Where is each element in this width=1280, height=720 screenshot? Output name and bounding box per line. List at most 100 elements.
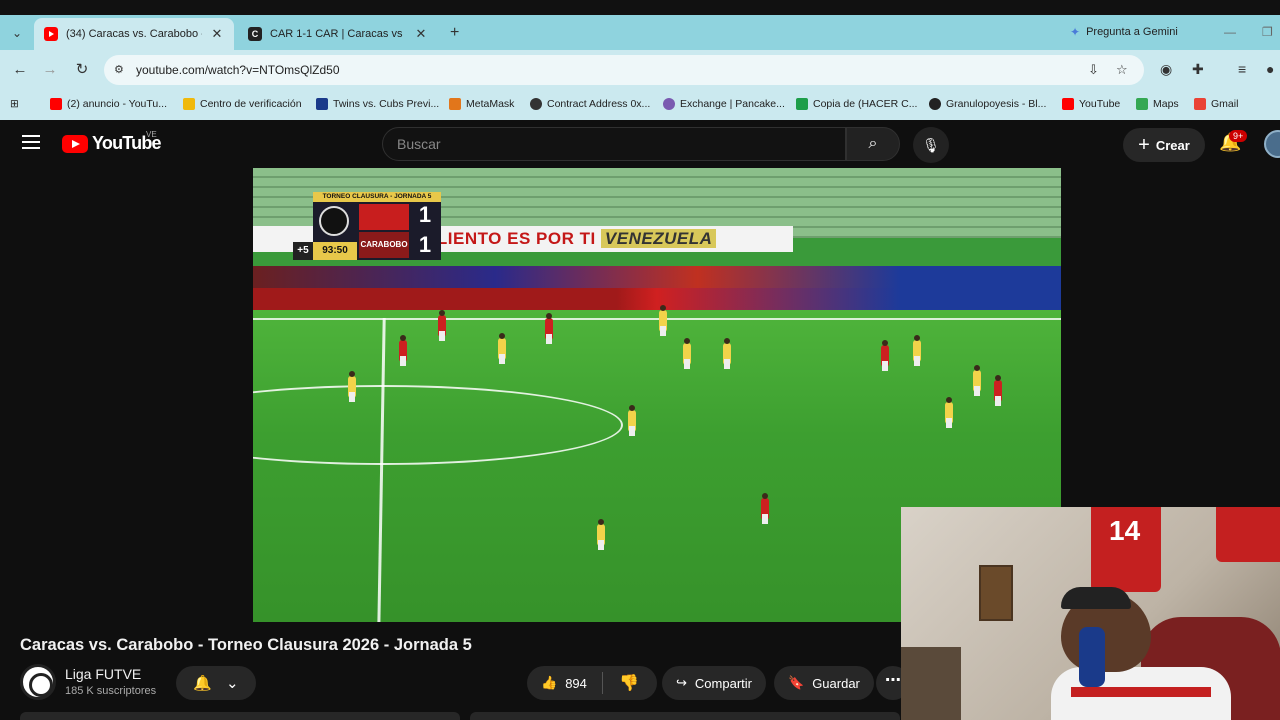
like-button[interactable]: 👍 894 <box>527 672 603 694</box>
maps-icon <box>1136 98 1148 110</box>
player <box>761 493 769 524</box>
player <box>973 365 981 396</box>
youtube-logo[interactable]: YouTube VE <box>62 130 162 154</box>
bookmark-item[interactable]: Centro de verificación <box>183 98 302 110</box>
gemini-label: Pregunta a Gemini <box>1086 26 1178 38</box>
url-text: youtube.com/watch?v=NTOmsQlZd50 <box>136 63 340 77</box>
browser-tabstrip: ⌄ (34) Caracas vs. Carabobo - Tor ✕ C CA… <box>0 0 1280 50</box>
close-tab-icon[interactable]: ✕ <box>414 26 428 42</box>
player <box>683 338 691 369</box>
media-icon[interactable]: ≡ <box>1238 61 1246 77</box>
channel-avatar[interactable] <box>20 664 56 700</box>
player <box>913 335 921 366</box>
new-tab-icon[interactable]: + <box>450 24 459 42</box>
share-button[interactable]: ↪ Compartir <box>662 666 766 700</box>
tab-search-icon[interactable]: ⌄ <box>8 24 26 42</box>
address-bar[interactable]: ⚙ youtube.com/watch?v=NTOmsQlZd50 ⇩ ☆ <box>104 55 1144 85</box>
tab-active[interactable]: (34) Caracas vs. Carabobo - Tor ✕ <box>34 18 234 50</box>
thumbs-down-icon: 👎 <box>619 675 639 692</box>
metamask-icon <box>449 98 461 110</box>
gemini-sparkle-icon: ✦ <box>1070 25 1081 39</box>
home-team-crest <box>359 204 409 230</box>
bookmark-item[interactable]: Twins vs. Cubs Previ... <box>316 98 439 110</box>
subscriber-count: 185 K suscriptores <box>65 685 157 697</box>
close-tab-icon[interactable]: ✕ <box>210 26 224 42</box>
bookmark-item[interactable]: Maps <box>1136 98 1179 110</box>
streamer-microphone <box>1079 627 1105 687</box>
like-count: 894 <box>565 675 587 691</box>
forward-icon[interactable]: → <box>40 60 60 80</box>
browser-toolbar: ← → ↻ ⚙ youtube.com/watch?v=NTOmsQlZd50 … <box>0 50 1280 90</box>
extension-icon[interactable]: ◉ <box>1160 61 1172 78</box>
bookmark-item[interactable]: Gmail <box>1194 98 1238 110</box>
added-time: +5 <box>293 242 313 260</box>
search-icon[interactable]: ⌕ <box>846 127 900 161</box>
player <box>945 397 953 428</box>
bookmark-item[interactable]: YouTube <box>1062 98 1120 110</box>
profile-icon[interactable]: ● <box>1266 61 1274 77</box>
install-icon[interactable]: ⇩ <box>1088 62 1099 78</box>
subscribed-button[interactable]: 🔔 ⌄ <box>176 666 256 700</box>
save-label: Guardar <box>812 675 860 691</box>
site-info-icon[interactable]: ⚙ <box>114 63 128 77</box>
bookmark-item[interactable]: Contract Address 0x... <box>530 98 650 110</box>
apps-grid-icon[interactable]: ⊞ <box>10 98 19 110</box>
home-score: 1 <box>418 202 432 227</box>
menu-icon[interactable] <box>22 135 40 149</box>
globe-icon <box>929 98 941 110</box>
binance-icon <box>183 98 195 110</box>
sheets-icon <box>796 98 808 110</box>
player <box>498 333 506 364</box>
match-clock: 93:50 <box>313 242 357 260</box>
mlb-icon <box>316 98 328 110</box>
player <box>597 519 605 550</box>
gemini-button[interactable]: ✦ Pregunta a Gemini <box>1070 25 1178 39</box>
hanging-jersey: 14 <box>1091 507 1161 592</box>
channel-name[interactable]: Liga FUTVE <box>65 666 141 682</box>
tab-inactive[interactable]: C CAR 1-1 CAR | Caracas vs Carab ✕ <box>238 18 438 50</box>
create-label: Crear <box>1155 137 1190 153</box>
streamer-cap <box>1061 587 1131 609</box>
away-team-crest: CARABOBO <box>359 232 409 258</box>
player <box>348 371 356 402</box>
microphone-icon[interactable]: 🎙 <box>913 127 949 163</box>
back-icon[interactable]: ← <box>10 60 30 80</box>
bookmarks-bar: ⊞ (2) anuncio - YouTu... Centro de verif… <box>0 90 1280 120</box>
notification-badge: 9+ <box>1229 130 1248 142</box>
bookmark-item[interactable]: (2) anuncio - YouTu... <box>50 98 167 110</box>
player <box>881 340 889 371</box>
youtube-favicon-icon <box>44 27 58 41</box>
plus-icon: + <box>1138 133 1150 156</box>
doorway <box>901 647 961 720</box>
search-input[interactable]: Buscar <box>382 127 846 161</box>
wall-picture <box>979 565 1013 621</box>
center-circle <box>253 385 623 465</box>
tab-title: CAR 1-1 CAR | Caracas vs Carab <box>270 28 406 40</box>
account-avatar[interactable] <box>1264 130 1280 158</box>
bookmark-star-icon[interactable]: ☆ <box>1116 62 1128 78</box>
ad-board-top <box>253 266 1061 288</box>
bookmark-item[interactable]: Copia de (HACER C... <box>796 98 917 110</box>
bookmark-item[interactable]: Granulopoyesis - Bl... <box>929 98 1046 110</box>
maximize-icon[interactable]: ❐ <box>1262 25 1273 39</box>
description-box-edge <box>20 712 460 720</box>
ad-board-bottom <box>253 288 1061 310</box>
reload-icon[interactable]: ↻ <box>72 60 92 80</box>
thumbs-up-icon: 👍 <box>541 675 558 690</box>
scoreboard: TORNEO CLAUSURA - JORNADA 5 CARABOBO 1 1… <box>293 192 441 260</box>
video-title: Caracas vs. Carabobo - Torneo Clausura 2… <box>20 636 472 654</box>
save-button[interactable]: 🔖 Guardar <box>774 666 874 700</box>
site-favicon-icon: C <box>248 27 262 41</box>
bookmark-item[interactable]: Exchange | Pancake... <box>663 98 785 110</box>
minimize-icon[interactable]: — <box>1224 25 1236 39</box>
share-label: Compartir <box>694 675 752 691</box>
away-score: 1 <box>418 232 432 257</box>
bookmark-item[interactable]: MetaMask <box>449 98 514 110</box>
create-button[interactable]: + Crear <box>1123 128 1205 162</box>
bookmark-icon: 🔖 <box>788 675 805 690</box>
puzzle-icon[interactable]: ✚ <box>1192 61 1204 78</box>
share-icon: ↪ <box>676 675 687 690</box>
youtube-icon <box>1062 98 1074 110</box>
player <box>545 313 553 344</box>
dislike-button[interactable]: 👎 <box>603 673 639 693</box>
